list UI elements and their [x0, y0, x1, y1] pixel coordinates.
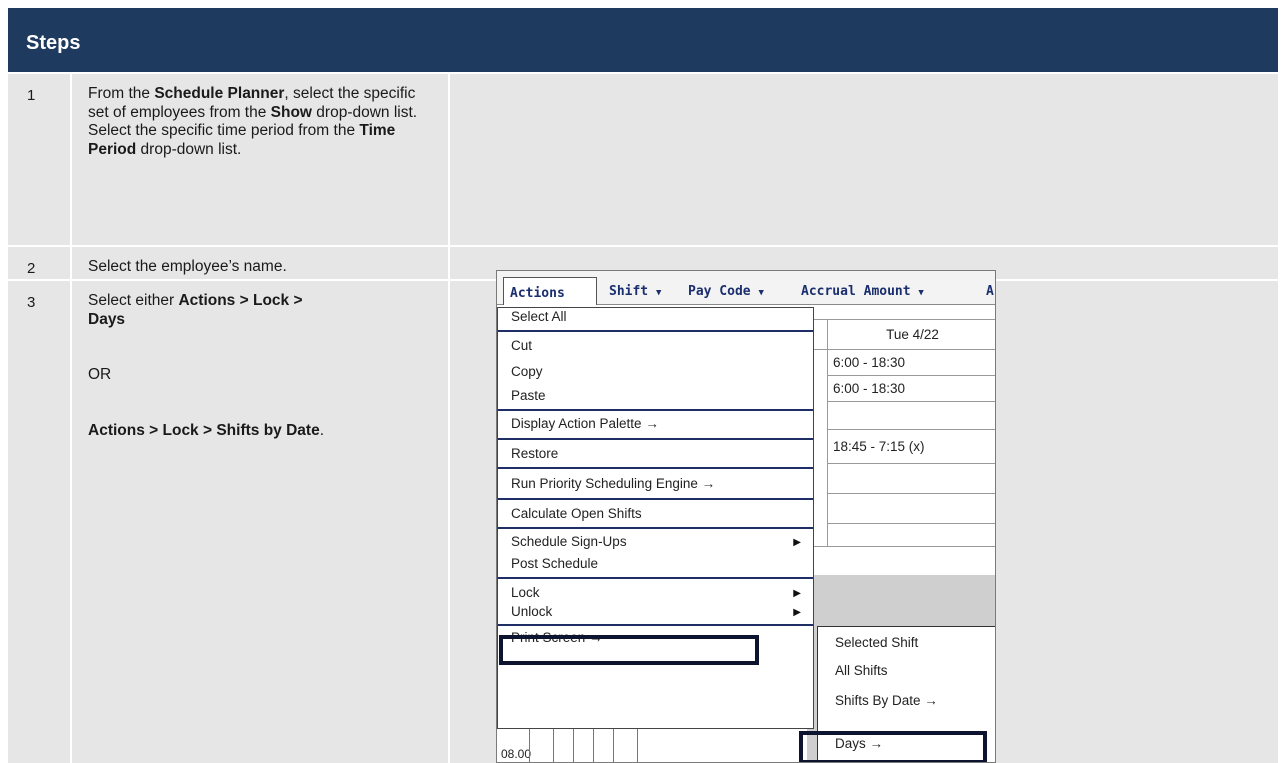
column-header: Tue 4/22 — [827, 319, 995, 349]
days-highlight-frame — [799, 731, 987, 762]
shift-cell[interactable] — [827, 523, 995, 547]
step-number: 3 — [8, 281, 72, 763]
shift-cell[interactable] — [827, 463, 995, 493]
truncated-menu-button[interactable]: A — [986, 284, 994, 299]
menu-separator — [498, 577, 813, 579]
submenu-item-all-shifts[interactable]: All Shifts — [818, 663, 995, 678]
menu-item-cut[interactable]: Cut — [498, 338, 813, 353]
timeline-label: 08.00 — [501, 747, 532, 761]
menu-item-paste[interactable]: Paste — [498, 388, 813, 403]
menu-separator — [498, 330, 813, 332]
actions-menu-button[interactable]: Actions — [503, 277, 597, 306]
shift-menu-button[interactable]: Shift ▼ — [609, 284, 661, 299]
menu-item-select-all[interactable]: Select All — [498, 309, 813, 324]
bold-run: Schedule Planner — [154, 85, 285, 102]
text-run: Select either — [88, 292, 179, 309]
toolbar: Actions Shift ▼ Pay Code ▼ Accrual Amoun… — [497, 271, 995, 306]
menu-separator — [498, 624, 813, 626]
menu-item-calculate-open-shifts[interactable]: Calculate Open Shifts — [498, 506, 813, 521]
shift-cell[interactable] — [827, 493, 995, 523]
menu-item-restore[interactable]: Restore — [498, 446, 813, 461]
or-label: OR — [88, 366, 112, 383]
menu-item-unlock[interactable]: Unlock ▶ — [498, 604, 813, 619]
bold-run: Show — [270, 103, 312, 121]
text-run: From the — [88, 85, 155, 102]
menu-item-run-priority-scheduling-engine[interactable]: Run Priority Scheduling Engine → — [498, 476, 813, 491]
step-text: Select the employee’s name. — [74, 247, 450, 279]
submenu-item-selected-shift[interactable]: Selected Shift — [818, 635, 995, 650]
lock-highlight-frame — [499, 635, 759, 665]
bold-run: Actions > Lock > Shifts by Date — [88, 421, 320, 439]
step-number: 2 — [8, 247, 72, 279]
steps-header: Steps — [8, 8, 1278, 72]
schedule-planner-screenshot: Actions Shift ▼ Pay Code ▼ Accrual Amoun… — [496, 270, 996, 763]
menu-item-display-action-palette[interactable]: Display Action Palette → — [498, 416, 813, 431]
menu-item-post-schedule[interactable]: Post Schedule — [498, 556, 813, 571]
actions-menu: Select All Cut Copy Paste Display Action… — [497, 307, 814, 729]
menu-item-copy[interactable]: Copy — [498, 364, 813, 379]
menu-item-schedule-sign-ups[interactable]: Schedule Sign-Ups ▶ — [498, 534, 813, 549]
submenu-arrow-icon: ▶ — [793, 537, 801, 548]
timeline-strip: 08.00 — [497, 726, 807, 762]
menu-separator — [498, 438, 813, 440]
timeline-tick — [613, 727, 614, 762]
menu-item-label: Unlock — [511, 604, 553, 619]
pay-code-label: Pay Code — [688, 284, 751, 299]
submenu-arrow-icon: ▶ — [793, 607, 801, 618]
shift-cell[interactable]: 6:00 - 18:30 — [827, 349, 995, 375]
text-run: . — [319, 421, 325, 439]
accrual-amount-label: Accrual Amount — [801, 284, 911, 299]
timeline-tick — [593, 727, 594, 762]
menu-separator — [498, 409, 813, 411]
shift-label: Shift — [609, 284, 649, 299]
menu-separator — [498, 498, 813, 500]
caret-down-icon: ▼ — [758, 288, 764, 298]
page: Steps 1 From the Schedule Planner, selec… — [0, 0, 1286, 763]
accrual-amount-menu-button[interactable]: Accrual Amount ▼ — [801, 284, 924, 299]
caret-down-icon: ▼ — [918, 288, 924, 298]
menu-separator — [498, 467, 813, 469]
submenu-item-shifts-by-date[interactable]: Shifts By Date → — [818, 693, 995, 708]
timeline-tick — [637, 727, 638, 762]
menu-item-label: Schedule Sign-Ups — [511, 534, 627, 549]
shift-cell[interactable]: 18:45 - 7:15 (x) — [827, 429, 995, 463]
step-text: Select either Actions > Lock > Days OR A… — [74, 281, 450, 763]
shift-cell[interactable] — [827, 401, 995, 429]
timeline-tick — [529, 727, 530, 762]
step-number: 1 — [8, 74, 72, 245]
pay-code-menu-button[interactable]: Pay Code ▼ — [688, 284, 764, 299]
menu-separator — [498, 527, 813, 529]
submenu-arrow-icon: ▶ — [793, 588, 801, 599]
caret-down-icon: ▼ — [655, 288, 662, 298]
timeline-tick — [553, 727, 554, 762]
timeline-tick — [573, 727, 574, 762]
step-text: From the Schedule Planner, select the sp… — [74, 74, 450, 245]
menu-item-lock[interactable]: Lock ▶ — [498, 585, 813, 600]
step-row-1: 1 From the Schedule Planner, select the … — [8, 74, 1278, 245]
shift-cell[interactable]: 6:00 - 18:30 — [827, 375, 995, 401]
text-run: drop-down list. — [136, 140, 242, 158]
menu-item-label: Lock — [511, 585, 540, 600]
